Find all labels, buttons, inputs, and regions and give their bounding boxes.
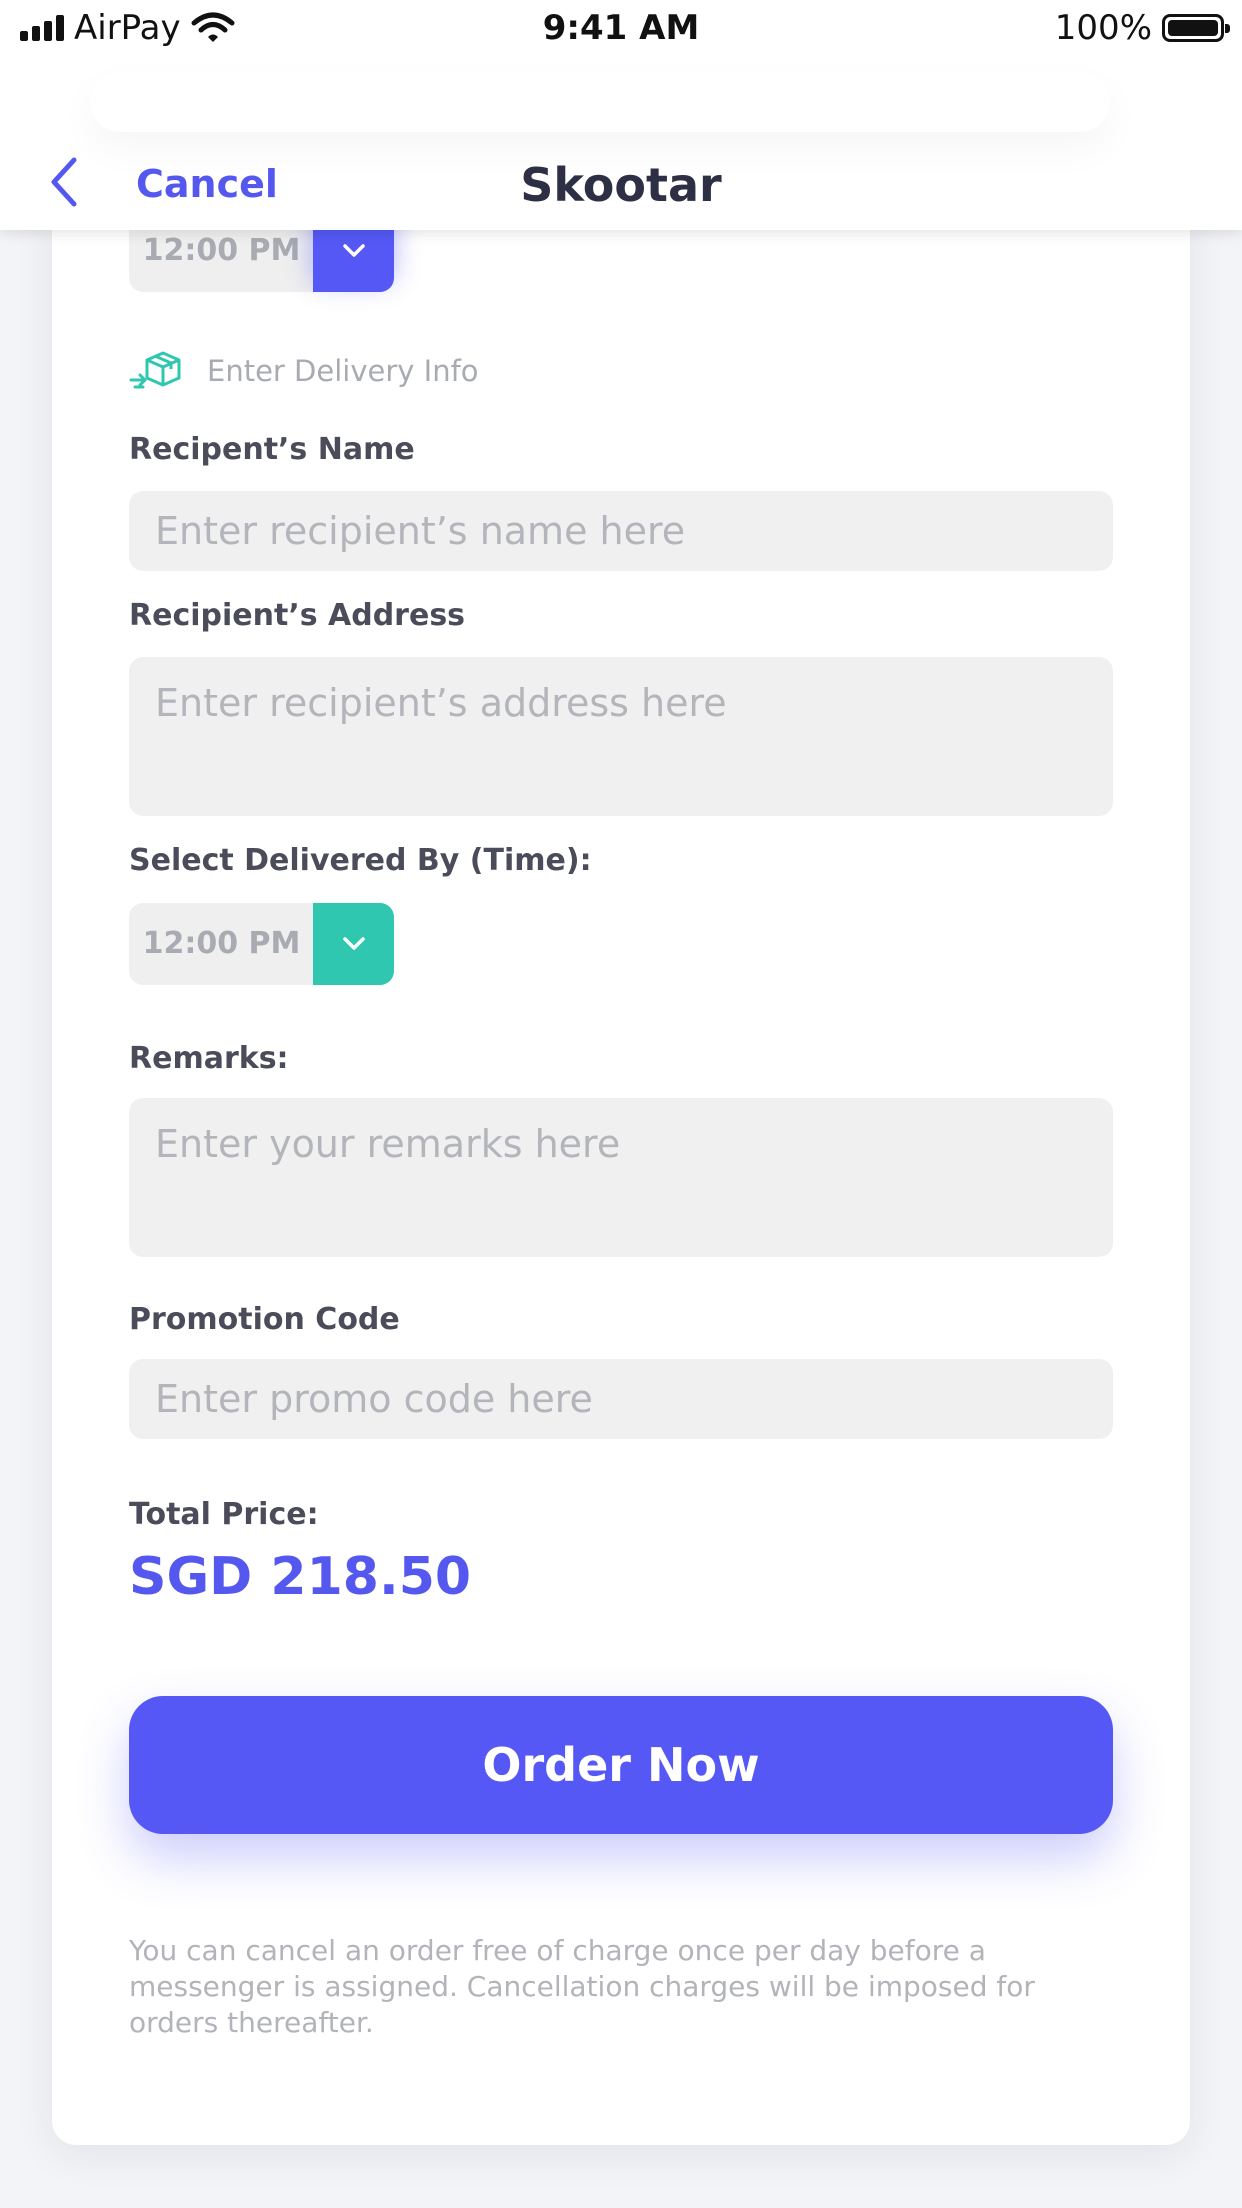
battery-percent: 100%	[1054, 8, 1152, 48]
delivery-box-icon	[129, 351, 181, 389]
recipient-address-input[interactable]	[129, 657, 1113, 816]
status-right: 100%	[1054, 8, 1230, 48]
delivered-by-label: Select Delivered By (Time):	[129, 843, 592, 878]
cancellation-disclaimer: You can cancel an order free of charge o…	[129, 1934, 1035, 2039]
total-price-label: Total Price:	[129, 1497, 319, 1532]
page-title: Skootar	[520, 158, 722, 212]
delivered-by-time-value[interactable]: 12:00 PM	[129, 903, 314, 985]
recipient-name-input[interactable]	[129, 491, 1113, 571]
delivered-by-dropdown-button[interactable]	[313, 903, 394, 985]
promo-code-input[interactable]	[129, 1359, 1113, 1439]
section-title: Enter Delivery Info	[207, 354, 479, 388]
chevron-down-icon	[342, 937, 365, 950]
promo-code-label: Promotion Code	[129, 1302, 400, 1337]
chevron-down-icon	[342, 244, 365, 257]
recipient-name-label: Recipent’s Name	[129, 432, 415, 467]
remarks-label: Remarks:	[129, 1041, 289, 1076]
status-bar: AirPay 9:41 AM 100%	[0, 0, 1242, 62]
battery-icon	[1162, 14, 1230, 42]
remarks-input[interactable]	[129, 1098, 1113, 1257]
recipient-address-label: Recipient’s Address	[129, 598, 466, 633]
order-now-button[interactable]: Order Now	[129, 1696, 1113, 1834]
delivered-by-time-select[interactable]: 12:00 PM	[129, 903, 394, 985]
navigation-bar: Cancel Skootar	[0, 62, 1242, 230]
nav-shadow-ghost	[90, 72, 1110, 132]
total-price-value: SGD 218.50	[129, 1547, 472, 1607]
delivery-info-section-header: Enter Delivery Info	[129, 350, 479, 392]
